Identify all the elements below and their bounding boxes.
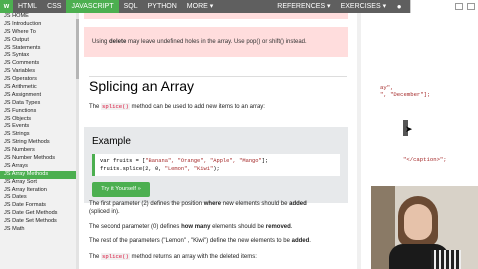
maximize-icon[interactable] — [467, 3, 475, 10]
editor-line-3: "</caption>"; — [403, 156, 447, 163]
editor-title-bar — [410, 0, 478, 13]
p1-bold-where: where — [203, 201, 222, 207]
p4-post: method returns an array with the deleted… — [129, 254, 257, 260]
sidebar-item-js-math[interactable]: JS Math — [0, 226, 76, 234]
sidebar-item-js-comments[interactable]: JS Comments — [0, 60, 76, 68]
w3-logo[interactable]: w — [0, 0, 13, 13]
p2-bold-removed: removed — [265, 224, 291, 230]
code-line-1: var fruits = ["Banana", "Orange", "Apple… — [100, 157, 335, 165]
sidebar-item-js-date-formats[interactable]: JS Date Formats — [0, 202, 76, 210]
p4-code: splice() — [101, 253, 130, 260]
p2-pre: The second parameter (0) defines — [89, 224, 182, 230]
nav-sql[interactable]: SQL — [119, 0, 143, 13]
p2-post: . — [290, 224, 293, 230]
nav-python[interactable]: PYTHON — [143, 0, 182, 13]
code-line-1-string: "Banana", "Orange", "Apple", "Mango" — [145, 158, 262, 164]
top-nav: w HTML CSS JAVASCRIPT SQL PYTHON MORE ▾ … — [0, 0, 478, 13]
paragraph-second-parameter: The second parameter (0) defines how man… — [89, 224, 292, 230]
p1-mid: new elements should be — [221, 201, 290, 207]
sidebar-item-js-events[interactable]: JS Events — [0, 123, 76, 131]
try-it-yourself-button[interactable]: Try it Yourself » — [92, 182, 150, 197]
presenter-face — [404, 204, 432, 240]
paragraph-rest-parameters: The rest of the parameters ("Lemon" , "K… — [89, 238, 311, 244]
nav-exercises[interactable]: EXERCISES ▾ — [336, 0, 392, 13]
nav-more[interactable]: MORE ▾ — [182, 0, 218, 13]
editor-line-2: ", "December"]; — [380, 91, 431, 98]
sidebar: JS HOME JS Introduction JS Where To JS O… — [0, 13, 76, 269]
code-line-2: fruits.splice(2, 0, "Lemon", "Kiwi"); — [100, 165, 335, 173]
main-content: Using delete may leave undefined holes i… — [79, 13, 357, 269]
paragraph-first-parameter-cont: (spliced in). — [89, 209, 120, 215]
note-prefix: Using — [92, 39, 110, 45]
p2-mid: elements should be — [210, 224, 266, 230]
sidebar-item-js-dates[interactable]: JS Dates — [0, 194, 76, 202]
section-divider — [89, 76, 347, 77]
intro-paragraph: The splice() method can be used to add n… — [89, 103, 265, 110]
sidebar-item-js-date-set-methods[interactable]: JS Date Set Methods — [0, 218, 76, 226]
note-top-edge — [84, 13, 348, 19]
code-block: var fruits = ["Banana", "Orange", "Apple… — [92, 154, 340, 176]
sidebar-item-js-number-methods[interactable]: JS Number Methods — [0, 155, 76, 163]
example-box: Example var fruits = ["Banana", "Orange"… — [84, 127, 348, 203]
sidebar-item-js-numbers[interactable]: JS Numbers — [0, 147, 76, 155]
restore-icon[interactable] — [455, 3, 463, 10]
p2-bold-how-many: how many — [181, 224, 211, 230]
sidebar-item-js-array-iteration[interactable]: JS Array Iteration — [0, 187, 76, 195]
nav-css[interactable]: CSS — [42, 0, 66, 13]
example-title: Example — [92, 136, 131, 147]
sidebar-item-js-variables[interactable]: JS Variables — [0, 68, 76, 76]
page-heading: Splicing an Array — [89, 78, 195, 94]
sidebar-item-js-home[interactable]: JS HOME — [0, 13, 76, 21]
code-line-2-pre: fruits.splice(2, 0, — [100, 166, 165, 172]
p1-pre: The first parameter (2) defines the posi… — [89, 201, 204, 207]
code-line-2-post: ); — [213, 166, 220, 172]
intro-code: splice() — [101, 103, 130, 110]
p3-pre: The rest of the parameters ("Lemon" , "K… — [89, 238, 292, 244]
sidebar-item-js-where-to[interactable]: JS Where To — [0, 29, 76, 37]
editor-line-1: ay", — [380, 84, 394, 91]
p3-bold-added: added — [291, 238, 310, 244]
sidebar-item-js-functions[interactable]: JS Functions — [0, 108, 76, 116]
sidebar-item-js-array-methods[interactable]: JS Array Methods — [0, 170, 76, 179]
webcam-overlay — [371, 186, 478, 269]
sidebar-item-js-objects[interactable]: JS Objects — [0, 116, 76, 124]
p1-bold-added: added — [289, 201, 307, 207]
globe-icon[interactable]: ● — [391, 0, 407, 13]
intro-pre: The — [89, 104, 102, 110]
p4-pre: The — [89, 254, 102, 260]
code-line-1-pre: var fruits = [ — [100, 158, 146, 164]
sidebar-item-js-date-get-methods[interactable]: JS Date Get Methods — [0, 210, 76, 218]
intro-post: method can be used to add new items to a… — [129, 104, 265, 110]
paragraph-splice-returns: The splice() method returns an array wit… — [89, 253, 257, 260]
sidebar-item-js-array-sort[interactable]: JS Array Sort — [0, 179, 76, 187]
nav-html[interactable]: HTML — [13, 0, 42, 13]
sidebar-item-js-introduction[interactable]: JS Introduction — [0, 21, 76, 29]
mouse-cursor-icon: ➤ — [405, 124, 413, 134]
sidebar-item-js-statements[interactable]: JS Statements — [0, 45, 76, 53]
nav-references[interactable]: REFERENCES ▾ — [272, 0, 335, 13]
nav-javascript[interactable]: JAVASCRIPT — [66, 0, 119, 13]
p3-post: . — [309, 238, 311, 244]
sidebar-item-js-operators[interactable]: JS Operators — [0, 76, 76, 84]
code-line-2-string: "Lemon", "Kiwi" — [164, 166, 214, 172]
sidebar-item-js-assignment[interactable]: JS Assignment — [0, 92, 76, 100]
presenter-scarf — [431, 250, 461, 269]
sidebar-item-js-syntax[interactable]: JS Syntax — [0, 52, 76, 60]
paragraph-first-parameter: The first parameter (2) defines the posi… — [89, 201, 307, 207]
warning-note: Using delete may leave undefined holes i… — [84, 27, 348, 57]
code-line-1-post: ]; — [261, 158, 269, 164]
sidebar-item-js-output[interactable]: JS Output — [0, 37, 76, 45]
sidebar-item-js-arrays[interactable]: JS Arrays — [0, 163, 76, 171]
note-suffix: may leave undefined holes in the array. … — [126, 39, 307, 45]
note-bold: delete — [109, 39, 127, 45]
sidebar-item-js-strings[interactable]: JS Strings — [0, 131, 76, 139]
sidebar-item-js-string-methods[interactable]: JS String Methods — [0, 139, 76, 147]
sidebar-item-js-arithmetic[interactable]: JS Arithmetic — [0, 84, 76, 92]
sidebar-item-js-data-types[interactable]: JS Data Types — [0, 100, 76, 108]
